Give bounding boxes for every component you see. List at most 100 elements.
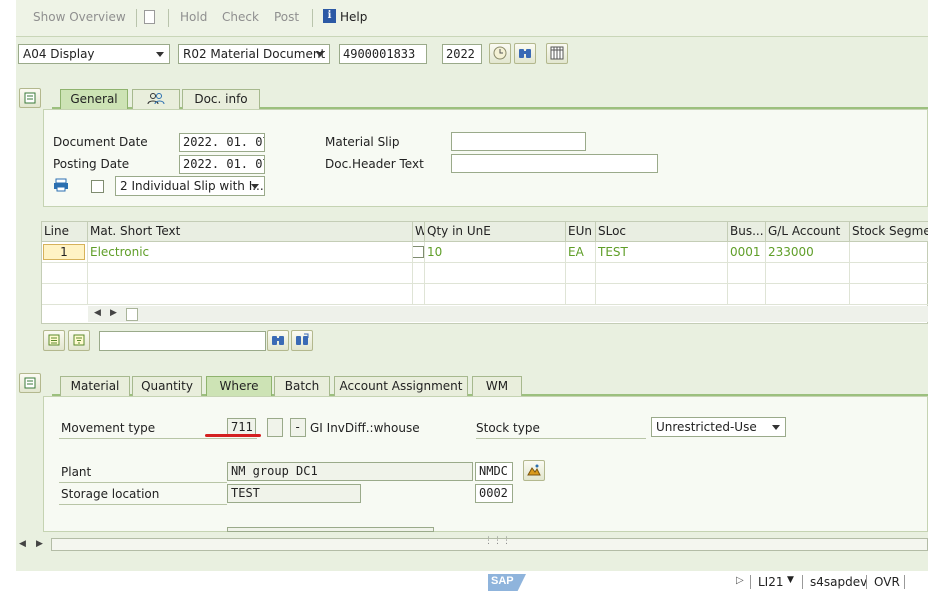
table-row-cell[interactable]: 0001 [728, 242, 766, 263]
document-year-field[interactable]: 2022 [442, 44, 482, 64]
storage-location-name-field[interactable]: TEST [227, 484, 361, 503]
insert-mode[interactable]: OVR [874, 575, 900, 589]
chevron-down-icon [316, 52, 324, 57]
tab-batch[interactable]: Batch [274, 376, 330, 396]
tab-doc-info[interactable]: Doc. info [182, 89, 260, 109]
scroll-track[interactable]: ⋮⋮⋮ [51, 536, 928, 551]
column-header[interactable]: G/L Account [766, 222, 850, 242]
transaction-dropdown-icon[interactable]: ▼ [787, 575, 794, 585]
action-dropdown[interactable]: A04 Display [18, 44, 170, 64]
transaction-code[interactable]: LI21 [758, 575, 784, 589]
action-value: A04 Display [23, 47, 95, 61]
column-header[interactable]: Line [42, 222, 88, 242]
table-find-next-button[interactable] [291, 330, 313, 351]
table-row-cell [425, 263, 566, 284]
print-version-value: 2 Individual Slip with I... [120, 179, 264, 193]
show-overview-button[interactable]: Show Overview [33, 10, 126, 24]
header-text-field[interactable] [451, 154, 658, 173]
print-checkbox[interactable] [91, 180, 104, 193]
movement-description: GI InvDiff.:whouse [310, 421, 420, 435]
material-slip-field[interactable] [451, 132, 586, 151]
scroll-right-icon[interactable]: ▶ [36, 539, 43, 549]
info-icon[interactable]: i [323, 9, 336, 23]
print-version-dropdown[interactable]: 2 Individual Slip with I... [115, 176, 265, 196]
chevron-down-icon [772, 425, 780, 430]
screen-horizontal-scrollbar[interactable]: ◀ ▶ ⋮⋮⋮ [16, 536, 928, 552]
column-header[interactable]: W [413, 222, 425, 242]
column-header[interactable]: Stock Segmen [850, 222, 928, 242]
table-row-cell [850, 284, 928, 305]
document-date-field[interactable]: 2022. 01. 07 [179, 133, 265, 152]
tab-quantity-label: Quantity [141, 379, 193, 393]
column-header[interactable]: SLoc [596, 222, 728, 242]
tab-quantity[interactable]: Quantity [132, 376, 202, 396]
plant-code-field[interactable]: NMDC [475, 462, 513, 481]
tab-account-assignment[interactable]: Account Assignment [334, 376, 468, 396]
scroll-left-icon[interactable]: ◀ [94, 308, 101, 318]
table-row-cell[interactable]: 10 [425, 242, 566, 263]
table-row-cell[interactable]: TEST [596, 242, 728, 263]
grid-icon [550, 46, 564, 60]
select-all-icon [48, 334, 60, 346]
document-number-field[interactable]: 4900001833 [339, 44, 427, 64]
column-header[interactable]: EUn [566, 222, 596, 242]
stock-type-dropdown[interactable]: Unrestricted-Use [651, 417, 786, 437]
table-find-button[interactable] [267, 330, 289, 351]
status-bar: SAP ▷ LI21 ▼ s4sapdev OVR [16, 571, 928, 592]
column-header[interactable]: Bus... [728, 222, 766, 242]
table-search-input[interactable] [99, 331, 266, 351]
scroll-thumb[interactable] [126, 308, 138, 321]
tab-where-label: Where [219, 379, 259, 393]
item-toggle-button[interactable] [19, 373, 41, 393]
people-icon [147, 93, 165, 105]
table-horizontal-scrollbar[interactable]: ◀ ▶ [88, 306, 928, 322]
row-checkbox[interactable] [413, 246, 424, 258]
toolbar-separator [136, 9, 137, 27]
annotation-underline [205, 434, 261, 437]
tab-partner[interactable] [132, 89, 180, 109]
find-button[interactable] [514, 43, 536, 64]
check-button[interactable]: Check [222, 10, 259, 24]
scroll-left-icon[interactable]: ◀ [19, 539, 26, 549]
plant-address-button[interactable] [523, 460, 545, 481]
table-row-cell[interactable]: EA [566, 242, 596, 263]
deselect-all-button[interactable] [68, 330, 90, 351]
post-button[interactable]: Post [274, 10, 299, 24]
select-all-button[interactable] [43, 330, 65, 351]
column-header[interactable]: Qty in UnE [425, 222, 566, 242]
material-slip-label: Material Slip [325, 135, 400, 149]
tab-wm-label: WM [485, 379, 509, 393]
debit-credit-field[interactable]: - [290, 418, 306, 437]
tab-material[interactable]: Material [60, 376, 130, 396]
table-row-cell [766, 263, 850, 284]
table-row-cell [413, 263, 425, 284]
document-icon[interactable] [144, 10, 155, 24]
scroll-right-icon[interactable]: ▶ [110, 308, 117, 318]
table-row-cell[interactable]: 233000 [766, 242, 850, 263]
storage-location-code-field[interactable]: 0002 [475, 484, 513, 503]
posting-date-field[interactable]: 2022. 01. 07 [179, 155, 265, 174]
line-number-button[interactable]: 1 [43, 244, 85, 260]
scroll-grip-icon: ⋮⋮⋮ [484, 536, 511, 546]
hold-button[interactable]: Hold [180, 10, 207, 24]
label-underline [59, 438, 257, 439]
execute-button[interactable] [489, 43, 511, 64]
column-header[interactable]: Mat. Short Text [88, 222, 413, 242]
tab-wm[interactable]: WM [472, 376, 522, 396]
table-row-cell[interactable]: Electronic [88, 242, 413, 263]
table-row-cell [88, 284, 413, 305]
layout-button[interactable] [546, 43, 568, 64]
table-row-cell[interactable] [850, 242, 928, 263]
partially-visible-field[interactable] [227, 527, 434, 532]
reference-dropdown[interactable]: R02 Material Document [178, 44, 330, 64]
expand-status-icon[interactable]: ▷ [736, 575, 744, 586]
help-button[interactable]: Help [340, 10, 367, 24]
printer-icon[interactable] [53, 178, 69, 192]
plant-name-field[interactable]: NM group DC1 [227, 462, 473, 481]
tab-general[interactable]: General [60, 89, 128, 109]
plant-label: Plant [61, 465, 92, 479]
header-toggle-button[interactable] [19, 88, 41, 108]
label-underline [476, 438, 646, 439]
movement-indicator-field[interactable] [267, 418, 283, 437]
tab-where[interactable]: Where [206, 376, 272, 396]
